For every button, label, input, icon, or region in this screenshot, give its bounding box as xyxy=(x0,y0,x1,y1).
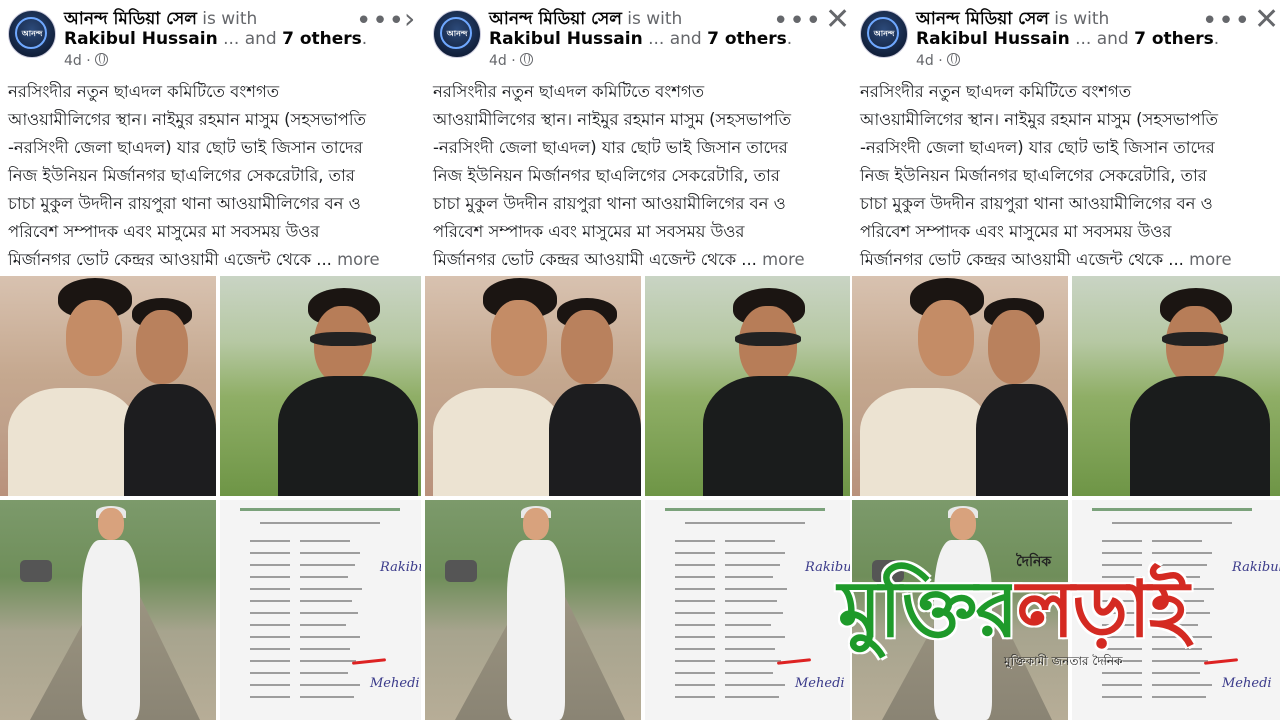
post-timestamp[interactable]: 4d xyxy=(489,53,507,69)
post-text-line: -নরসিংদী জেলা ছাএদল) যার ছোট ভাই জিসান ত… xyxy=(433,138,788,157)
globe-icon xyxy=(95,53,109,66)
watermark-tagline: মুক্তিকামী জনতার দৈনিক xyxy=(1004,654,1123,668)
post-text-line: চাচা মুকুল উদদীন রায়পুরা থানা আওয়ামীলি… xyxy=(8,194,361,213)
globe-icon xyxy=(947,53,961,66)
watermark-title-green: মুক্তির xyxy=(838,565,1018,655)
post-timestamp[interactable]: 4d xyxy=(64,53,82,69)
post-timestamp[interactable]: 4d xyxy=(916,53,934,69)
more-options-icon[interactable]: ••• xyxy=(356,6,405,36)
post-text-line: চাচা মুকুল উদদীন রায়পুরা থানা আওয়ামীলি… xyxy=(433,194,786,213)
time-separator: · xyxy=(511,53,516,69)
page-avatar[interactable]: আনন্দ xyxy=(860,10,908,58)
photo-grid: Rakibul Mehedi xyxy=(425,276,850,720)
photo-old-man-road[interactable] xyxy=(0,500,216,720)
post-body: নরসিংদীর নতুন ছাএদল কমিটিতে বংশগত আওয়াম… xyxy=(860,78,1232,274)
post-text-line: পরিবেশ সম্পাদক এবং মাসুমের মা সবসময় উওর xyxy=(433,222,745,241)
photo-committee-document[interactable]: Rakibul Mehedi xyxy=(220,500,421,720)
newspaper-watermark-logo: দৈনিক মুক্তিরলড়াই মুক্তিকামী জনতার দৈনি… xyxy=(838,535,1258,675)
post-text-line: নিজ ইউনিয়ন মির্জানগর ছাএলিগের সেকরেটারি… xyxy=(860,166,1207,185)
post-text-line: চাচা মুকুল উদদীন রায়পুরা থানা আওয়ামীলি… xyxy=(860,194,1213,213)
and-text: ... and xyxy=(1075,29,1129,49)
photo-selfie-two-men[interactable] xyxy=(425,276,641,496)
time-separator: · xyxy=(86,53,91,69)
close-icon[interactable]: ✕ xyxy=(1254,2,1279,37)
see-more-link[interactable]: more xyxy=(1189,250,1231,269)
post-panel-2: আনন্দ আনন্দ মিডিয়া সেল is with Rakibul … xyxy=(425,0,850,720)
photo-man-sunglasses[interactable] xyxy=(220,276,421,496)
post-text-line: নরসিংদীর নতুন ছাএদল কমিটিতে বংশগত xyxy=(8,82,280,101)
post-text-line: আওয়ামীলিগের স্থান। নাইমুর রহমান মাসুম (… xyxy=(433,110,791,129)
with-text: is with xyxy=(202,9,258,29)
chevron-right-icon[interactable]: › xyxy=(404,2,415,35)
post-text-line: নিজ ইউনিয়ন মির্জানগর ছাএলিগের সেকরেটারি… xyxy=(8,166,355,185)
post-text-line: -নরসিংদী জেলা ছাএদল) যার ছোট ভাই জিসান ত… xyxy=(8,138,363,157)
see-more-link[interactable]: more xyxy=(762,250,804,269)
photo-man-sunglasses[interactable] xyxy=(645,276,850,496)
photo-committee-document[interactable]: Rakibul Mehedi xyxy=(645,500,850,720)
page-avatar[interactable]: আনন্দ xyxy=(8,10,56,58)
post-panel-1: আনন্দ আনন্দ মিডিয়া সেল is with Rakibul … xyxy=(0,0,421,720)
post-text-line: নরসিংদীর নতুন ছাএদল কমিটিতে বংশগত xyxy=(433,82,705,101)
photo-selfie-two-men[interactable] xyxy=(852,276,1068,496)
photo-grid: Rakibul Mehedi xyxy=(0,276,421,720)
post-text-line: নিজ ইউনিয়ন মির্জানগর ছাএলিগের সেকরেটারি… xyxy=(433,166,780,185)
page-name-link[interactable]: আনন্দ মিডিয়া সেল xyxy=(489,9,622,29)
post-text-line: মির্জানগর ভোট কেন্দ্রর আওয়ামী এজেন্ট থে… xyxy=(8,250,332,269)
photo-selfie-two-men[interactable] xyxy=(0,276,216,496)
post-text-line: নরসিংদীর নতুন ছাএদল কমিটিতে বংশগত xyxy=(860,82,1132,101)
post-text-line: আওয়ামীলিগের স্থান। নাইমুর রহমান মাসুম (… xyxy=(8,110,366,129)
page-avatar[interactable]: আনন্দ xyxy=(433,10,481,58)
post-body: নরসিংদীর নতুন ছাএদল কমিটিতে বংশগত আওয়াম… xyxy=(433,78,805,274)
globe-icon xyxy=(520,53,534,66)
post-text-line: -নরসিংদী জেলা ছাএদল) যার ছোট ভাই জিসান ত… xyxy=(860,138,1215,157)
time-separator: · xyxy=(938,53,943,69)
post-header: আনন্দ আনন্দ মিডিয়া সেল is with Rakibul … xyxy=(852,0,1280,78)
more-options-icon[interactable]: ••• xyxy=(1202,6,1251,36)
page-name-link[interactable]: আনন্দ মিডিয়া সেল xyxy=(64,9,197,29)
others-link[interactable]: 7 others xyxy=(282,29,362,49)
photo-man-sunglasses[interactable] xyxy=(1072,276,1280,496)
watermark-title-red: লড়াই xyxy=(1016,565,1189,655)
and-text: ... and xyxy=(648,29,702,49)
post-text-line: মির্জানগর ভোট কেন্দ্রর আওয়ামী এজেন্ট থে… xyxy=(433,250,757,269)
post-text-line: পরিবেশ সম্পাদক এবং মাসুমের মা সবসময় উওর xyxy=(860,222,1172,241)
post-text-line: মির্জানগর ভোট কেন্দ্রর আওয়ামী এজেন্ট থে… xyxy=(860,250,1184,269)
tagged-person-link[interactable]: Rakibul Hussain xyxy=(64,29,218,49)
and-text: ... and xyxy=(223,29,277,49)
photo-old-man-road[interactable] xyxy=(425,500,641,720)
more-options-icon[interactable]: ••• xyxy=(773,6,822,36)
post-header: আনন্দ আনন্দ মিডিয়া সেল is with Rakibul … xyxy=(425,0,850,78)
post-text-line: আওয়ামীলিগের স্থান। নাইমুর রহমান মাসুম (… xyxy=(860,110,1218,129)
with-text: is with xyxy=(1054,9,1110,29)
page-name-link[interactable]: আনন্দ মিডিয়া সেল xyxy=(916,9,1049,29)
close-icon[interactable]: ✕ xyxy=(825,2,850,37)
see-more-link[interactable]: more xyxy=(337,250,379,269)
with-text: is with xyxy=(627,9,683,29)
tagged-person-link[interactable]: Rakibul Hussain xyxy=(489,29,643,49)
tagged-person-link[interactable]: Rakibul Hussain xyxy=(916,29,1070,49)
post-header: আনন্দ আনন্দ মিডিয়া সেল is with Rakibul … xyxy=(0,0,421,78)
post-body: নরসিংদীর নতুন ছাএদল কমিটিতে বংশগত আওয়াম… xyxy=(8,78,380,274)
post-text-line: পরিবেশ সম্পাদক এবং মাসুমের মা সবসময় উওর xyxy=(8,222,320,241)
